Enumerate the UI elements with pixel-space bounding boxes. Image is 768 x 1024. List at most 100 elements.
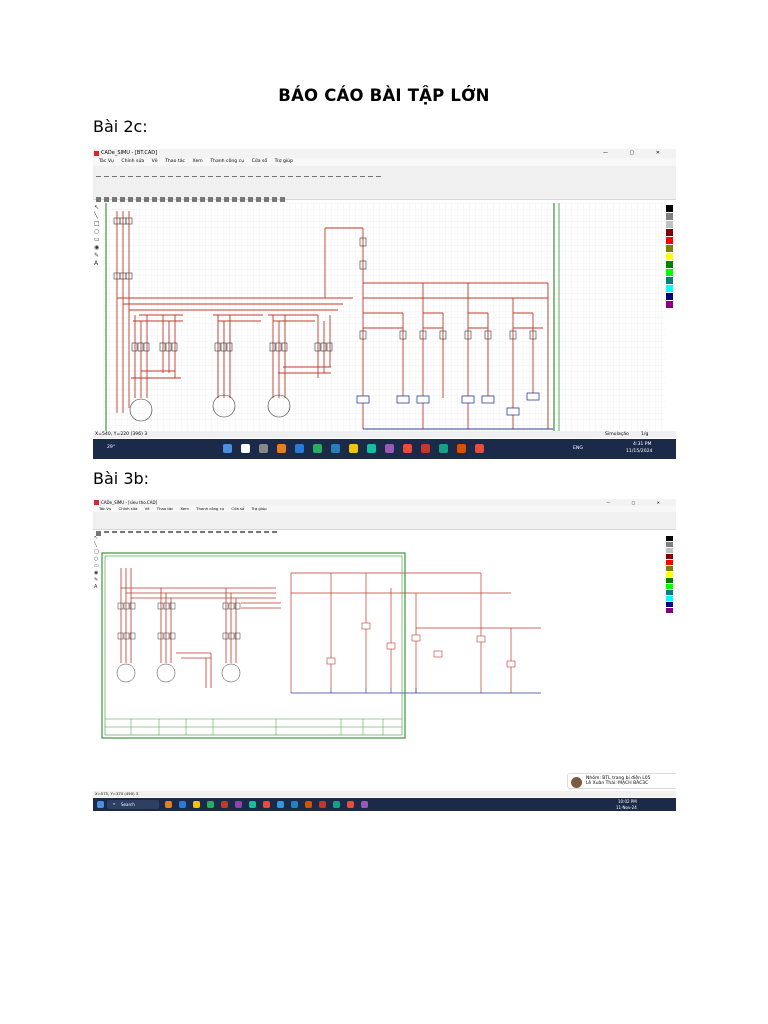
- circuit-canvas[interactable]: [101, 533, 663, 790]
- circuit-canvas[interactable]: [103, 203, 665, 431]
- chat-sender: Lê Xuân Thái: MẠCH BÁC3C: [586, 781, 649, 786]
- app-icon[interactable]: [305, 801, 312, 808]
- drawing-tools[interactable]: ↖ ╲ □ ○ ▭ ◉ ✎ A: [94, 535, 101, 591]
- palette-swatch: [666, 301, 673, 308]
- outlook-icon[interactable]: [331, 444, 340, 453]
- palette-swatch: [666, 590, 673, 595]
- menu-item[interactable]: Vẽ: [152, 159, 158, 164]
- menu-item[interactable]: Cửa sổ: [252, 159, 268, 164]
- window-title: CADe_SIMU - [sieu tho.CAD]: [101, 500, 158, 505]
- taskbar-search-box[interactable]: ⌕ Search: [107, 800, 159, 809]
- app-icon[interactable]: [249, 801, 256, 808]
- start-icon[interactable]: [223, 444, 232, 453]
- status-mode: Simulação: [605, 432, 629, 437]
- toolbar-symbols[interactable]: [93, 187, 676, 202]
- drawing-tools[interactable]: ↖ ╲ □ ○ ▭ ◉ ✎ A: [94, 204, 101, 268]
- windows-taskbar: ⌕ Search 10:02 PM 11-Nov-24: [93, 798, 676, 811]
- menu-item[interactable]: Chỉnh sửa: [119, 506, 138, 511]
- app-icon[interactable]: [263, 801, 270, 808]
- palette-swatch: [666, 548, 673, 553]
- app-icon[interactable]: [385, 444, 394, 453]
- menu-item[interactable]: Chỉnh sửa: [121, 159, 144, 164]
- color-palette[interactable]: [666, 205, 674, 309]
- color-palette[interactable]: [666, 536, 674, 614]
- edge-icon[interactable]: [295, 444, 304, 453]
- menu-item[interactable]: Thanh công cụ: [210, 159, 244, 164]
- tray-time[interactable]: 4:31 PM: [633, 442, 652, 447]
- menu-item[interactable]: Thanh công cụ: [196, 506, 224, 511]
- palette-swatch: [666, 285, 673, 292]
- tray-date[interactable]: 11-Nov-24: [616, 805, 637, 810]
- tray-time[interactable]: 10:02 PM: [618, 799, 637, 804]
- window-controls[interactable]: — ▢ ✕: [603, 149, 670, 158]
- cadesimu-taskbar-icon[interactable]: [421, 444, 430, 453]
- taskbar-search-label: Search: [121, 802, 135, 807]
- app-icon[interactable]: [475, 444, 484, 453]
- palette-swatch: [666, 542, 673, 547]
- app-icon[interactable]: [313, 444, 322, 453]
- menu-item[interactable]: Xem: [193, 159, 203, 164]
- chat-notification[interactable]: Nhóm: BTL trang bị điện L05 Lê Xuân Thái…: [567, 773, 676, 789]
- task-view-icon[interactable]: [259, 444, 268, 453]
- palette-swatch: [666, 572, 673, 577]
- palette-swatch: [666, 293, 673, 300]
- menu-item[interactable]: Tác Vụ: [99, 506, 111, 511]
- palette-swatch: [666, 213, 673, 220]
- app-icon[interactable]: [457, 444, 466, 453]
- status-coordinates: X=575, Y=370 (490) 3: [95, 791, 139, 796]
- app-icon[interactable]: [277, 801, 284, 808]
- app-icon[interactable]: [221, 801, 228, 808]
- search-icon: ⌕: [113, 801, 116, 806]
- menu-item[interactable]: Vẽ: [145, 506, 150, 511]
- menu-item[interactable]: Trợ giúp: [252, 506, 267, 511]
- menu-item[interactable]: Thao tác: [157, 506, 174, 511]
- weather-widget[interactable]: 29°: [107, 445, 115, 450]
- cadesimu-taskbar-icon[interactable]: [319, 801, 326, 808]
- app-icon[interactable]: [361, 801, 368, 808]
- menu-item[interactable]: Cửa sổ: [231, 506, 244, 511]
- app-icon[interactable]: [403, 444, 412, 453]
- start-icon[interactable]: [97, 801, 104, 808]
- search-icon[interactable]: [241, 444, 250, 453]
- menu-item[interactable]: Thao tác: [165, 159, 185, 164]
- app-icon[interactable]: [347, 801, 354, 808]
- palette-swatch: [666, 608, 673, 613]
- app-icon[interactable]: [439, 444, 448, 453]
- windows-taskbar: 29° ENG 4:31 PM 11/15/2024: [93, 439, 676, 459]
- toolbar-components[interactable]: [93, 521, 676, 536]
- palette-swatch: [666, 578, 673, 583]
- status-bar: X=540, Y=220 (396) 3 Simulação 1/g: [93, 431, 676, 438]
- palette-swatch: [666, 277, 673, 284]
- palette-swatch: [666, 536, 673, 541]
- section-heading-3b: Bài 3b:: [93, 469, 150, 488]
- tray-language[interactable]: ENG: [573, 446, 583, 451]
- folder-icon[interactable]: [193, 801, 200, 808]
- app-icon[interactable]: [165, 801, 172, 808]
- app-icon[interactable]: [333, 801, 340, 808]
- window-titlebar: CADe_SIMU - [BT.CAD] — ▢ ✕: [93, 149, 676, 158]
- app-icon[interactable]: [235, 801, 242, 808]
- report-title: BÁO CÁO BÀI TẬP LỚN: [278, 86, 490, 105]
- window-controls[interactable]: — ▢ ✕: [606, 499, 670, 506]
- menu-item[interactable]: Tác Vụ: [99, 159, 114, 164]
- menu-item[interactable]: Xem: [180, 506, 188, 511]
- app-icon[interactable]: [291, 801, 298, 808]
- window-title: CADe_SIMU - [BT.CAD]: [101, 150, 158, 156]
- edge-icon[interactable]: [179, 801, 186, 808]
- store-icon[interactable]: [367, 444, 376, 453]
- screenshot-bai-3b: CADe_SIMU - [sieu tho.CAD] — ▢ ✕ Tác Vụ …: [93, 499, 676, 811]
- app-icon: [94, 151, 99, 156]
- palette-swatch: [666, 602, 673, 607]
- status-coordinates: X=540, Y=220 (396) 3: [95, 432, 148, 437]
- palette-swatch: [666, 229, 673, 236]
- status-extra: 1/g: [641, 432, 649, 437]
- menu-item[interactable]: Trợ giúp: [275, 159, 293, 164]
- section-heading-2c: Bài 2c:: [93, 117, 148, 136]
- tray-date[interactable]: 11/15/2024: [626, 449, 652, 454]
- app-icon[interactable]: [207, 801, 214, 808]
- file-explorer-icon[interactable]: [277, 444, 286, 453]
- window-titlebar: CADe_SIMU - [sieu tho.CAD] — ▢ ✕: [93, 499, 676, 506]
- menu-bar: Tác Vụ Chỉnh sửa Vẽ Thao tác Xem Thanh c…: [93, 158, 676, 166]
- palette-swatch: [666, 560, 673, 565]
- folder-icon[interactable]: [349, 444, 358, 453]
